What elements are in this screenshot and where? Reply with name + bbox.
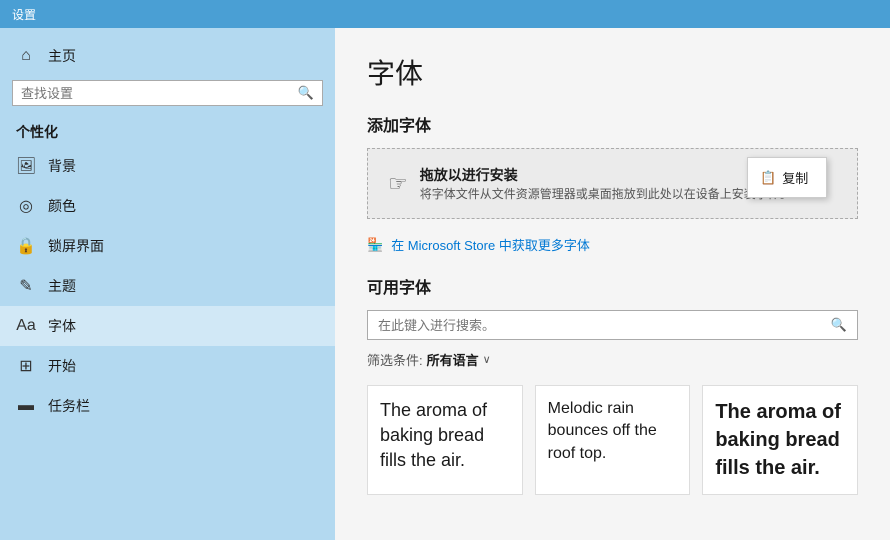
sidebar: ⌂ 主页 🔍 个性化 🖼 背景 ◎ 颜色 🔒 锁屏界面 ✎ 主题 bbox=[0, 28, 335, 540]
drop-zone[interactable]: ☞ 拖放以进行安装 将字体文件从文件资源管理器或桌面拖放到此处以在设备上安装字体… bbox=[367, 148, 858, 219]
font-grid: The aroma of baking bread fills the air.… bbox=[367, 385, 858, 495]
font-card-1[interactable]: The aroma of baking bread fills the air. bbox=[367, 385, 523, 495]
sidebar-item-color-label: 颜色 bbox=[48, 196, 76, 216]
chevron-down-icon: ∨ bbox=[483, 353, 491, 366]
font-preview-text-3: The aroma of baking bread fills the air. bbox=[715, 398, 845, 482]
drop-zone-cursor-icon: ☞ bbox=[388, 171, 408, 197]
store-link[interactable]: 🏪 在 Microsoft Store 中获取更多字体 bbox=[367, 235, 858, 254]
theme-icon: ✎ bbox=[16, 276, 36, 296]
context-menu: 📋 复制 bbox=[747, 157, 827, 198]
filter-label: 筛选条件: bbox=[367, 350, 423, 369]
font-search-input[interactable] bbox=[378, 318, 831, 333]
sidebar-item-home-label: 主页 bbox=[48, 46, 76, 66]
main-container: ⌂ 主页 🔍 个性化 🖼 背景 ◎ 颜色 🔒 锁屏界面 ✎ 主题 bbox=[0, 28, 890, 540]
sidebar-item-theme-label: 主题 bbox=[48, 276, 76, 296]
font-preview-text-2: Melodic rain bounces off the roof top. bbox=[548, 398, 678, 465]
sidebar-item-theme[interactable]: ✎ 主题 bbox=[0, 266, 335, 306]
font-card-3[interactable]: The aroma of baking bread fills the air. bbox=[702, 385, 858, 495]
sidebar-item-color[interactable]: ◎ 颜色 bbox=[0, 186, 335, 226]
search-input[interactable] bbox=[21, 86, 298, 101]
sidebar-item-font[interactable]: Aa 字体 bbox=[0, 306, 335, 346]
page-title: 字体 bbox=[367, 52, 858, 92]
font-preview-text-1: The aroma of baking bread fills the air. bbox=[380, 398, 510, 474]
sidebar-item-lockscreen[interactable]: 🔒 锁屏界面 bbox=[0, 226, 335, 266]
background-icon: 🖼 bbox=[16, 156, 36, 176]
font-search-box[interactable]: 🔍 bbox=[367, 310, 858, 340]
sidebar-item-background-label: 背景 bbox=[48, 156, 76, 176]
sidebar-item-taskbar-label: 任务栏 bbox=[48, 396, 90, 416]
store-link-text: 在 Microsoft Store 中获取更多字体 bbox=[391, 235, 590, 254]
top-bar-title: 设置 bbox=[12, 6, 36, 23]
available-fonts-section-title: 可用字体 bbox=[367, 274, 858, 298]
copy-icon: 📋 bbox=[760, 170, 776, 186]
search-icon: 🔍 bbox=[298, 85, 314, 101]
search-box[interactable]: 🔍 bbox=[12, 80, 323, 106]
home-icon: ⌂ bbox=[16, 47, 36, 65]
context-menu-copy[interactable]: 📋 复制 bbox=[748, 162, 826, 193]
content-area: 字体 添加字体 ☞ 拖放以进行安装 将字体文件从文件资源管理器或桌面拖放到此处以… bbox=[335, 28, 890, 540]
font-card-2[interactable]: Melodic rain bounces off the roof top. bbox=[535, 385, 691, 495]
font-icon: Aa bbox=[16, 317, 36, 335]
sidebar-item-lockscreen-label: 锁屏界面 bbox=[48, 236, 104, 256]
context-menu-copy-label: 复制 bbox=[782, 168, 808, 187]
sidebar-section-label: 个性化 bbox=[0, 114, 335, 146]
start-icon: ⊞ bbox=[16, 356, 36, 376]
add-font-section-title: 添加字体 bbox=[367, 112, 858, 136]
sidebar-item-taskbar[interactable]: ▬ 任务栏 bbox=[0, 386, 335, 426]
font-search-icon: 🔍 bbox=[831, 317, 847, 333]
color-icon: ◎ bbox=[16, 196, 36, 216]
store-icon: 🏪 bbox=[367, 237, 383, 253]
top-bar: 设置 bbox=[0, 0, 890, 28]
filter-value[interactable]: 所有语言 bbox=[427, 350, 479, 369]
sidebar-item-home[interactable]: ⌂ 主页 bbox=[0, 36, 335, 76]
sidebar-item-start[interactable]: ⊞ 开始 bbox=[0, 346, 335, 386]
taskbar-icon: ▬ bbox=[16, 397, 36, 415]
lockscreen-icon: 🔒 bbox=[16, 236, 36, 256]
filter-row: 筛选条件: 所有语言 ∨ bbox=[367, 350, 858, 369]
sidebar-item-font-label: 字体 bbox=[48, 316, 76, 336]
sidebar-item-background[interactable]: 🖼 背景 bbox=[0, 146, 335, 186]
sidebar-item-start-label: 开始 bbox=[48, 356, 76, 376]
